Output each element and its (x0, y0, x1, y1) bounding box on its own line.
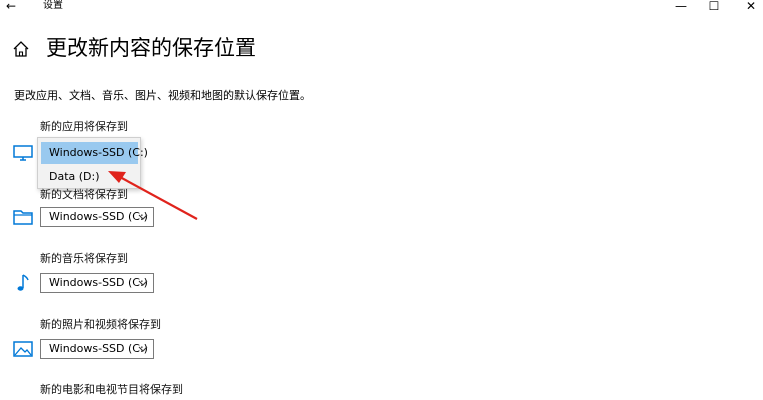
dropdown-option-d-drive[interactable]: Data (D:) (41, 166, 138, 188)
chevron-down-icon (138, 280, 148, 286)
minimize-button[interactable]: — (671, 0, 691, 14)
photos-save-select[interactable]: Windows-SSD (C:) (40, 339, 154, 359)
chevron-down-icon (138, 346, 148, 352)
documents-save-select[interactable]: Windows-SSD (C:) (40, 207, 154, 227)
window-title: 设置 (43, 0, 63, 11)
folder-icon (13, 210, 33, 225)
maximize-button[interactable]: ☐ (704, 0, 724, 14)
page-description: 更改应用、文档、音乐、图片、视频和地图的默认保存位置。 (14, 89, 311, 102)
music-note-icon (17, 274, 29, 291)
settings-window: ← 设置 — ☐ ✕ 更改新内容的保存位置 更改应用、文档、音乐、图片、视频和地… (0, 0, 763, 400)
chevron-down-icon (138, 214, 148, 220)
back-arrow-icon[interactable]: ← (6, 0, 24, 14)
apps-save-label: 新的应用将保存到 (40, 120, 128, 133)
close-button[interactable]: ✕ (741, 0, 761, 14)
documents-save-label: 新的文档将保存到 (40, 188, 128, 201)
apps-save-dropdown-list[interactable]: Windows-SSD (C:) Data (D:) (37, 137, 148, 189)
photos-save-value: Windows-SSD (C:) (49, 342, 148, 355)
monitor-icon (13, 145, 33, 161)
music-save-label: 新的音乐将保存到 (40, 252, 128, 265)
photos-save-label: 新的照片和视频将保存到 (40, 318, 161, 331)
music-save-value: Windows-SSD (C:) (49, 276, 148, 289)
page-title: 更改新内容的保存位置 (46, 36, 256, 60)
dropdown-option-c-drive[interactable]: Windows-SSD (C:) (41, 142, 148, 164)
music-save-select[interactable]: Windows-SSD (C:) (40, 273, 154, 293)
photo-icon (13, 341, 33, 357)
documents-save-value: Windows-SSD (C:) (49, 210, 148, 223)
movies-save-label: 新的电影和电视节目将保存到 (40, 383, 183, 396)
home-icon[interactable] (12, 40, 30, 58)
